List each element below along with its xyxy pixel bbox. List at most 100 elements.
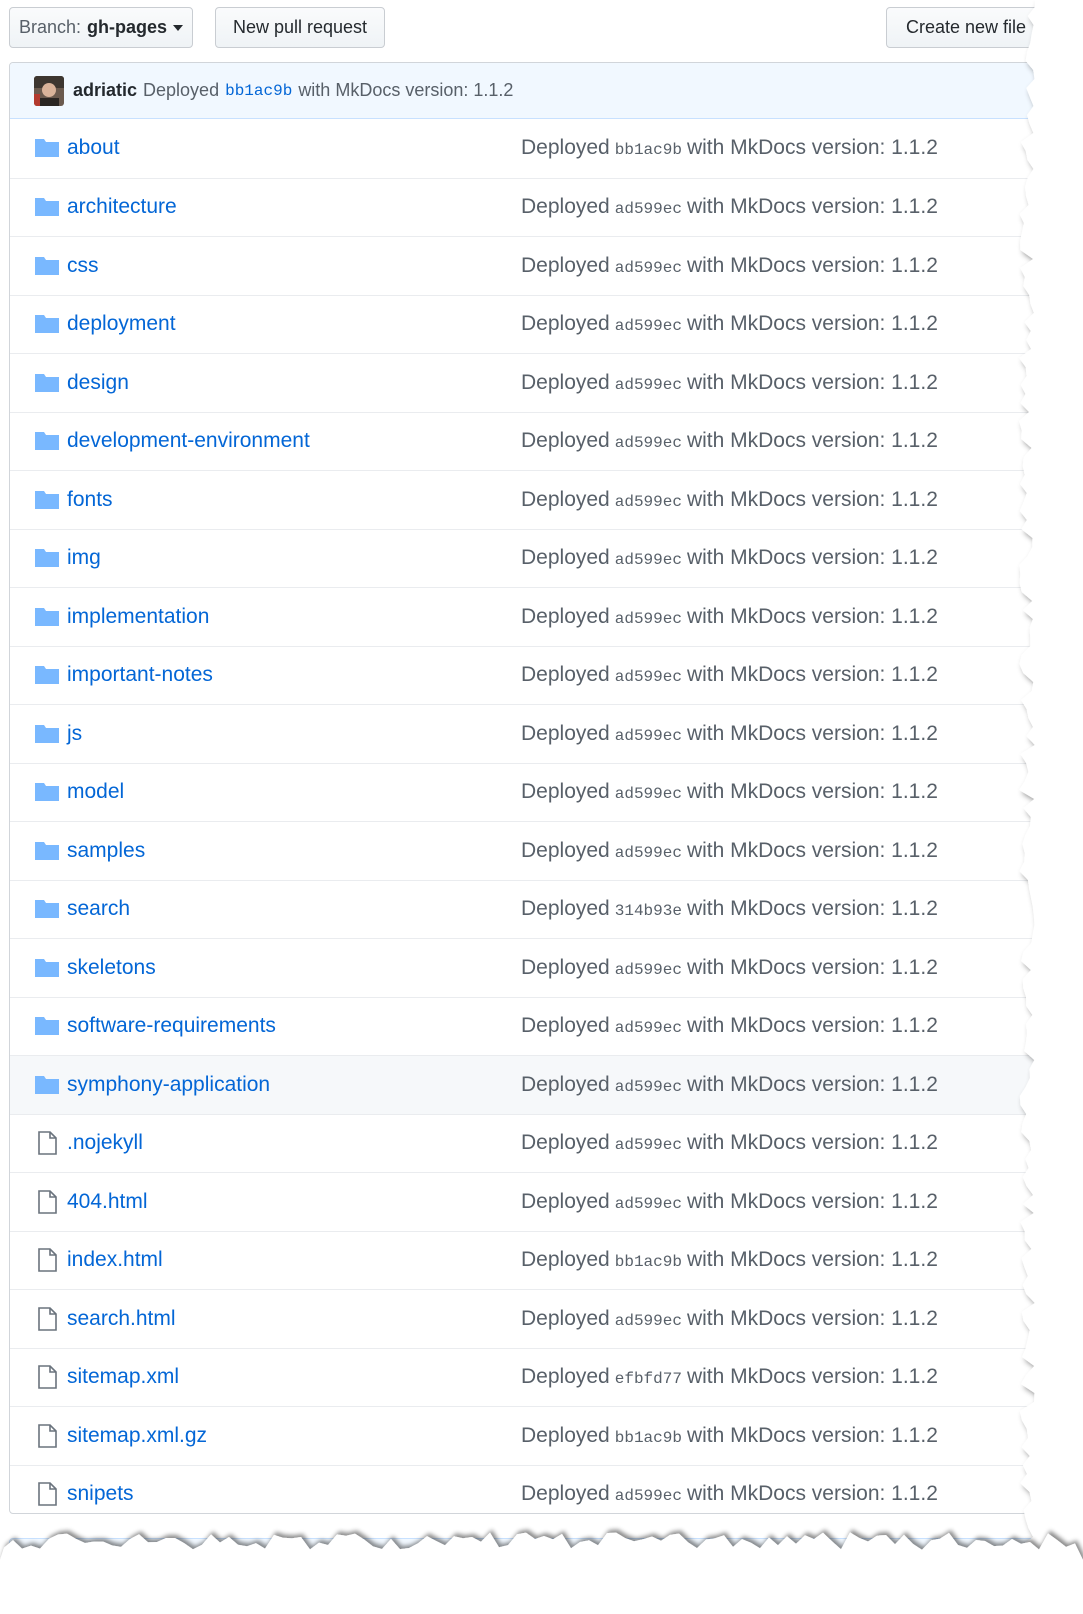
file-name-link[interactable]: skeletons bbox=[67, 956, 156, 980]
new-pull-request-button[interactable]: New pull request bbox=[215, 7, 385, 48]
file-row[interactable]: search Deployed 314b93e with MkDocs version… bbox=[10, 879, 1068, 939]
file-row[interactable]: implementation Deployed ad599ec with MkDocs… bbox=[10, 587, 1068, 646]
commit-message-prefix: Deployed bbox=[521, 546, 610, 570]
commit-sha-link[interactable]: ad599ec bbox=[615, 200, 682, 218]
file-name-link[interactable]: fonts bbox=[67, 488, 113, 512]
file-row[interactable]: search.html Deployed ad599ec with MkDocs ve… bbox=[10, 1289, 1068, 1348]
file-row[interactable]: symphony-application Deployed ad599ec with … bbox=[10, 1055, 1068, 1114]
commit-sha-link[interactable]: ad599ec bbox=[615, 1078, 682, 1096]
commit-sha-link[interactable]: ad599ec bbox=[615, 1019, 682, 1037]
file-row[interactable]: .nojekyll Deployed ad599ec with MkDocs vers… bbox=[10, 1113, 1068, 1173]
file-row[interactable]: about Deployed bb1ac9b with MkDocs version:… bbox=[10, 119, 1068, 178]
file-name-link[interactable]: samples bbox=[67, 839, 145, 863]
file-name-link[interactable]: js bbox=[67, 722, 82, 746]
file-row[interactable]: sitemap.xml.gz Deployed bb1ac9b with MkDocs… bbox=[10, 1406, 1068, 1465]
file-row[interactable]: deployment Deployed ad599ec with MkDocs ver… bbox=[10, 294, 1068, 354]
commit-message-prefix: Deployed bbox=[521, 604, 610, 628]
file-name-link[interactable]: about bbox=[67, 136, 120, 160]
file-name-link[interactable]: img bbox=[67, 546, 101, 570]
commit-sha-link[interactable]: bb1ac9b bbox=[225, 82, 292, 100]
commit-message-suffix: with MkDocs version: 1.1.2 bbox=[686, 546, 938, 570]
commit-sha-link[interactable]: bb1ac9b bbox=[615, 1253, 682, 1271]
commit-sha-link[interactable]: ad599ec bbox=[615, 259, 682, 277]
commit-sha-link[interactable]: ad599ec bbox=[615, 551, 682, 569]
create-new-file-button[interactable]: Create new file bbox=[886, 7, 1046, 48]
commit-message: Deployed ad599ec with MkDocs version: 1.1.… bbox=[521, 488, 938, 512]
file-row[interactable]: important-notes Deployed ad599ec with MkDoc… bbox=[10, 645, 1068, 705]
commit-message-suffix: with MkDocs version: 1.1.2 bbox=[686, 721, 938, 745]
commit-message-prefix: Deployed bbox=[521, 721, 610, 745]
commit-message: Deployed ad599ec with MkDocs version: 1.1.… bbox=[521, 546, 938, 570]
file-name-link[interactable]: search bbox=[67, 897, 130, 921]
file-name-link[interactable]: sitemap.xml bbox=[67, 1365, 179, 1389]
file-row[interactable]: fonts Deployed ad599ec with MkDocs version:… bbox=[10, 470, 1068, 529]
file-name-link[interactable]: .nojekyll bbox=[67, 1131, 143, 1155]
file-row[interactable]: architecture Deployed ad599ec with MkDocs v… bbox=[10, 177, 1068, 237]
file-row[interactable]: js Deployed ad599ec with MkDocs version: 1.… bbox=[10, 704, 1068, 763]
commit-sha-link[interactable]: ad599ec bbox=[615, 317, 682, 335]
commit-sha-link[interactable]: ad599ec bbox=[615, 434, 682, 452]
file-name-link[interactable]: snipets bbox=[67, 1482, 134, 1506]
commit-sha-link[interactable]: efbfd77 bbox=[615, 1370, 682, 1388]
commit-message-suffix: with MkDocs version: 1.1.2 bbox=[686, 663, 938, 687]
file-row[interactable]: development-environment Deployed ad599ec wi… bbox=[10, 411, 1068, 471]
commit-message-prefix: Deployed bbox=[521, 136, 610, 160]
commit-message-suffix: with MkDocs version: 1.1.2 bbox=[686, 1189, 938, 1213]
folder-icon bbox=[34, 663, 60, 687]
commit-sha-link[interactable]: ad599ec bbox=[615, 493, 682, 511]
file-row[interactable]: img Deployed ad599ec with MkDocs version: 1… bbox=[10, 528, 1068, 588]
folder-icon bbox=[34, 371, 60, 395]
folder-icon bbox=[34, 722, 60, 746]
file-row[interactable]: skeletons Deployed ad599ec with MkDocs vers… bbox=[10, 938, 1068, 997]
file-name-link[interactable]: css bbox=[67, 254, 99, 278]
file-row[interactable]: css Deployed ad599ec with MkDocs version: 1… bbox=[10, 236, 1068, 295]
file-row[interactable]: model Deployed ad599ec with MkDocs version:… bbox=[10, 762, 1068, 822]
file-name-link[interactable]: index.html bbox=[67, 1248, 163, 1272]
file-name-link[interactable]: model bbox=[67, 780, 124, 804]
file-name-link[interactable]: implementation bbox=[67, 605, 209, 629]
file-list: about Deployed bb1ac9b with MkDocs version:… bbox=[10, 119, 1068, 1514]
avatar[interactable] bbox=[34, 75, 64, 106]
commit-author[interactable]: adriatic bbox=[73, 80, 137, 101]
file-name-link[interactable]: design bbox=[67, 371, 129, 395]
branch-select-button[interactable]: Branch: gh-pages bbox=[9, 7, 193, 48]
commit-sha-link[interactable]: ad599ec bbox=[615, 1195, 682, 1213]
folder-icon bbox=[34, 546, 60, 570]
commit-message: Deployed bb1ac9b with MkDocs version: 1.1.… bbox=[521, 1248, 938, 1272]
commit-sha-link[interactable]: ad599ec bbox=[615, 1487, 682, 1505]
commit-sha-link[interactable]: bb1ac9b bbox=[615, 141, 682, 159]
file-row[interactable]: index.html Deployed bb1ac9b with MkDocs ver… bbox=[10, 1230, 1068, 1290]
commit-sha-link[interactable]: ad599ec bbox=[615, 376, 682, 394]
commit-sha-link[interactable]: ad599ec bbox=[615, 785, 682, 803]
file-name-link[interactable]: sitemap.xml.gz bbox=[67, 1424, 207, 1448]
commit-message-suffix: with MkDocs version: 1.1.2 bbox=[686, 1014, 938, 1038]
file-name-link[interactable]: symphony-application bbox=[67, 1073, 270, 1097]
file-row[interactable]: software-requirements Deployed ad599ec with… bbox=[10, 996, 1068, 1056]
file-name-link[interactable]: development-environment bbox=[67, 429, 310, 453]
commit-sha-link[interactable]: ad599ec bbox=[615, 1312, 682, 1330]
file-row[interactable]: samples Deployed ad599ec with MkDocs versio… bbox=[10, 821, 1068, 880]
commit-sha-link[interactable]: ad599ec bbox=[615, 844, 682, 862]
file-name-link[interactable]: search.html bbox=[67, 1307, 176, 1331]
commit-message-suffix: with MkDocs version: 1.1.2 bbox=[686, 955, 938, 979]
file-row[interactable]: design Deployed ad599ec with MkDocs version… bbox=[10, 353, 1068, 412]
commit-sha-link[interactable]: 314b93e bbox=[615, 902, 682, 920]
commit-sha-link[interactable]: ad599ec bbox=[615, 727, 682, 745]
folder-icon bbox=[34, 839, 60, 863]
file-name-link[interactable]: architecture bbox=[67, 195, 177, 219]
commit-sha-link[interactable]: ad599ec bbox=[615, 1136, 682, 1154]
commit-sha-link[interactable]: ad599ec bbox=[615, 961, 682, 979]
file-icon bbox=[37, 1306, 63, 1331]
file-row[interactable]: sitemap.xml Deployed efbfd77 with MkDocs ve… bbox=[10, 1347, 1068, 1407]
file-name-link[interactable]: important-notes bbox=[67, 663, 213, 687]
file-name-link[interactable]: deployment bbox=[67, 312, 176, 336]
file-icon bbox=[37, 1365, 63, 1390]
commit-message: Deployed ad599ec with MkDocs version: 1.1.… bbox=[521, 839, 938, 863]
file-name-link[interactable]: software-requirements bbox=[67, 1014, 276, 1038]
commit-sha-link[interactable]: bb1ac9b bbox=[615, 1429, 682, 1447]
file-name-link[interactable]: 404.html bbox=[67, 1190, 148, 1214]
file-row[interactable]: 404.html Deployed ad599ec with MkDocs versi… bbox=[10, 1172, 1068, 1231]
commit-sha-link[interactable]: ad599ec bbox=[615, 610, 682, 628]
commit-sha-link[interactable]: ad599ec bbox=[615, 668, 682, 686]
file-row[interactable]: snipets Deployed ad599ec with MkDocs versio… bbox=[10, 1464, 1068, 1514]
